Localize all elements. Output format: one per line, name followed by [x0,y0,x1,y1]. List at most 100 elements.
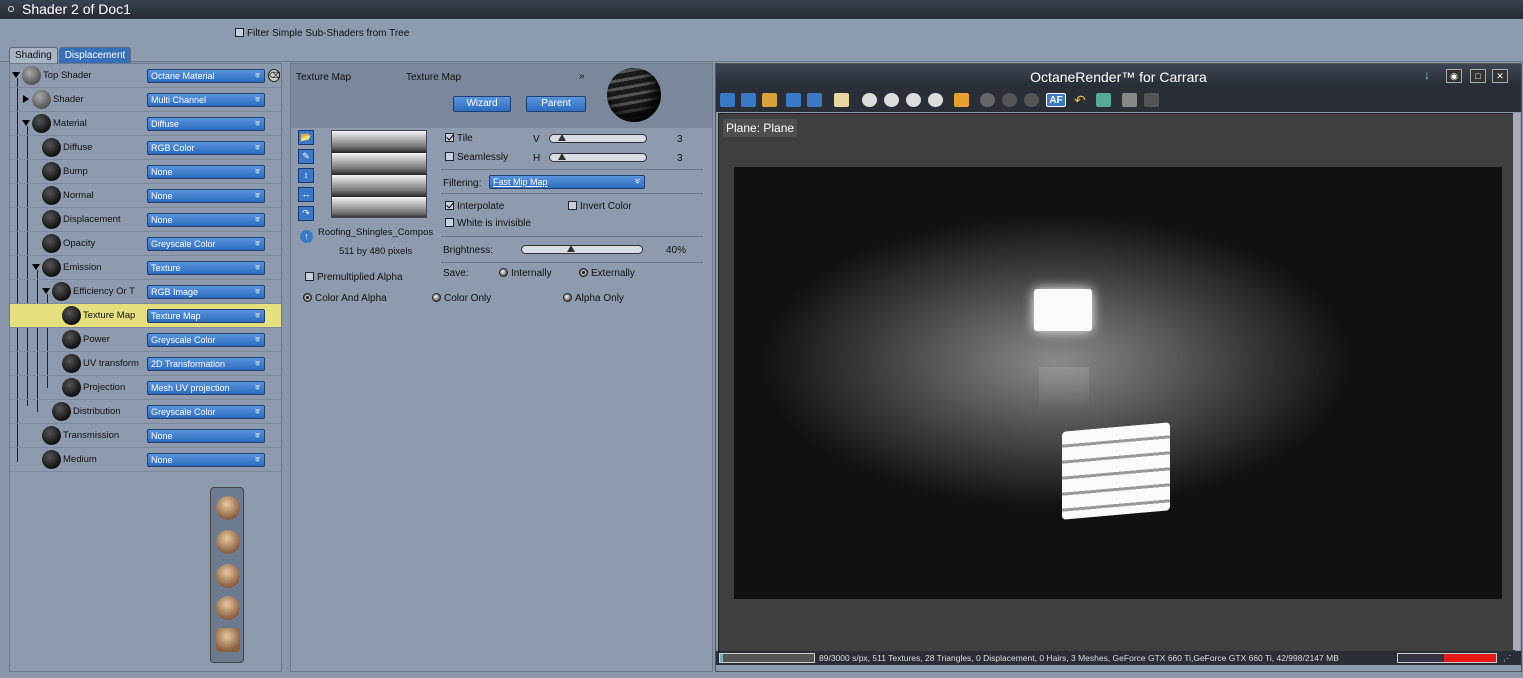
tree-row-displacement[interactable]: Displacement None [10,208,281,232]
texture-thumbnail[interactable] [331,130,427,218]
invert-color-checkbox[interactable]: Invert Color [568,201,632,212]
viewport-scrollbar[interactable] [1513,113,1520,650]
tile-checkbox[interactable]: Tile [445,133,473,144]
flip-horizontal-icon[interactable]: ↔ [298,187,314,202]
shader-type-select[interactable]: None [147,429,265,443]
tree-row-bump[interactable]: Bump None [10,160,281,184]
slider-knob[interactable] [558,153,566,160]
tree-row-medium[interactable]: Medium None [10,448,281,472]
tree-row-material[interactable]: Material Diffuse [10,112,281,136]
shader-type-select[interactable]: Greyscale Color [147,405,265,419]
tile-h-slider[interactable] [549,153,647,162]
orbit-icon[interactable] [216,596,240,620]
shader-type-select[interactable]: None [147,213,265,227]
close-icon[interactable]: ✕ [1492,69,1508,83]
save-internally-radio[interactable]: Internally [499,268,552,279]
white-invisible-checkbox[interactable]: White is invisible [445,218,531,229]
filtering-select[interactable]: Fast Mip Map [489,175,645,189]
tree-row-efficiency[interactable]: Efficiency Or T RGB Image [10,280,281,304]
tree-row-opacity[interactable]: Opacity Greyscale Color [10,232,281,256]
checkbox-icon[interactable] [235,28,244,37]
undo-icon[interactable]: ↶ [1074,93,1089,107]
save-externally-radio[interactable]: Externally [579,268,635,279]
premultiplied-checkbox[interactable]: Premultiplied Alpha [305,272,403,283]
tab-shading[interactable]: Shading [9,47,58,63]
shader-type-select[interactable]: None [147,165,265,179]
checkbox-icon[interactable] [445,152,454,161]
checkbox-icon[interactable] [305,272,314,281]
window-icon[interactable] [8,6,14,12]
color-and-alpha-radio[interactable]: Color And Alpha [303,293,387,304]
send-geometry-icon[interactable] [786,93,801,107]
render-viewport[interactable]: Plane: Plane [718,113,1515,658]
move-xy-icon[interactable] [216,496,240,520]
editor-type-select[interactable]: Texture Map [406,72,461,83]
render-image[interactable] [734,167,1502,599]
tree-row-emission[interactable]: Emission Texture [10,256,281,280]
radio-icon[interactable] [499,268,508,277]
radio-icon[interactable] [303,293,312,302]
radio-icon[interactable] [432,293,441,302]
alpha-only-radio[interactable]: Alpha Only [563,293,624,304]
tree-row-distribution[interactable]: Distribution Greyscale Color [10,400,281,424]
expand-icon[interactable] [12,72,20,78]
shader-type-select[interactable]: 2D Transformation [147,357,265,371]
view-cube-icon[interactable] [216,628,240,652]
rewind-icon[interactable] [862,93,877,107]
lock-icon[interactable] [954,93,969,107]
trash-icon[interactable]: ⌫ [268,69,280,82]
shader-type-select[interactable]: Diffuse [147,117,265,131]
radio-icon[interactable] [563,293,572,302]
interpolate-checkbox[interactable]: Interpolate [445,201,504,212]
edit-file-icon[interactable]: ✎ [298,149,314,164]
material-preview-sphere[interactable] [607,68,661,122]
tree-row-diffuse[interactable]: Diffuse RGB Color [10,136,281,160]
help-book-icon[interactable] [834,93,849,107]
brightness-slider[interactable] [521,245,643,254]
open-file-icon[interactable]: 📂 [298,130,314,145]
parent-button[interactable]: Parent [526,96,586,112]
shader-type-select[interactable]: None [147,453,265,467]
move-yz-icon[interactable] [216,564,240,588]
slider-knob[interactable] [566,245,575,252]
region-icon[interactable] [1144,93,1159,107]
tree-row-projection[interactable]: Projection Mesh UV projection [10,376,281,400]
radio-icon[interactable] [579,268,588,277]
checkbox-icon[interactable] [568,201,577,210]
target-icon[interactable] [1024,93,1039,107]
focus-icon[interactable] [1002,93,1017,107]
shader-type-select[interactable]: Mesh UV projection [147,381,265,395]
shader-type-select[interactable]: Multi Channel [147,93,265,107]
tab-displacement[interactable]: Displacement [58,47,132,63]
shader-type-select[interactable]: Greyscale Color [147,333,265,347]
flip-vertical-icon[interactable]: ↕ [298,168,314,183]
wizard-button[interactable]: Wizard [453,96,511,112]
send-scene-icon[interactable] [720,93,735,107]
tree-row-transmission[interactable]: Transmission None [10,424,281,448]
shader-type-select[interactable]: None [147,189,265,203]
collapse-icon[interactable] [23,95,29,103]
send-export-icon[interactable] [807,93,822,107]
shader-type-select[interactable]: Greyscale Color [147,237,265,251]
send-materials-icon[interactable] [762,93,777,107]
eye-icon[interactable]: ◉ [1446,69,1462,83]
move-xz-icon[interactable] [216,530,240,554]
filter-checkbox[interactable]: Filter Simple Sub-Shaders from Tree [235,28,409,39]
checkbox-icon[interactable] [445,201,454,210]
checkbox-icon[interactable] [445,218,454,227]
shader-type-select[interactable]: RGB Image [147,285,265,299]
tree-row-power[interactable]: Power Greyscale Color [10,328,281,352]
maximize-icon[interactable]: □ [1470,69,1486,83]
expand-icon[interactable] [22,120,30,126]
tree-row-top-shader[interactable]: Top Shader Octane Material ⌫ [10,64,281,88]
shader-type-select[interactable]: Texture Map [147,309,265,323]
expand-icon[interactable] [42,288,50,294]
shader-type-select[interactable]: RGB Color [147,141,265,155]
info-icon[interactable]: ↑ [300,230,313,243]
shader-type-select[interactable]: Octane Material [147,69,265,83]
screenshot-icon[interactable] [1096,93,1111,107]
expand-icon[interactable] [32,264,40,270]
checkbox-icon[interactable] [445,133,454,142]
slider-knob[interactable] [558,134,566,141]
stop-icon[interactable] [928,93,943,107]
